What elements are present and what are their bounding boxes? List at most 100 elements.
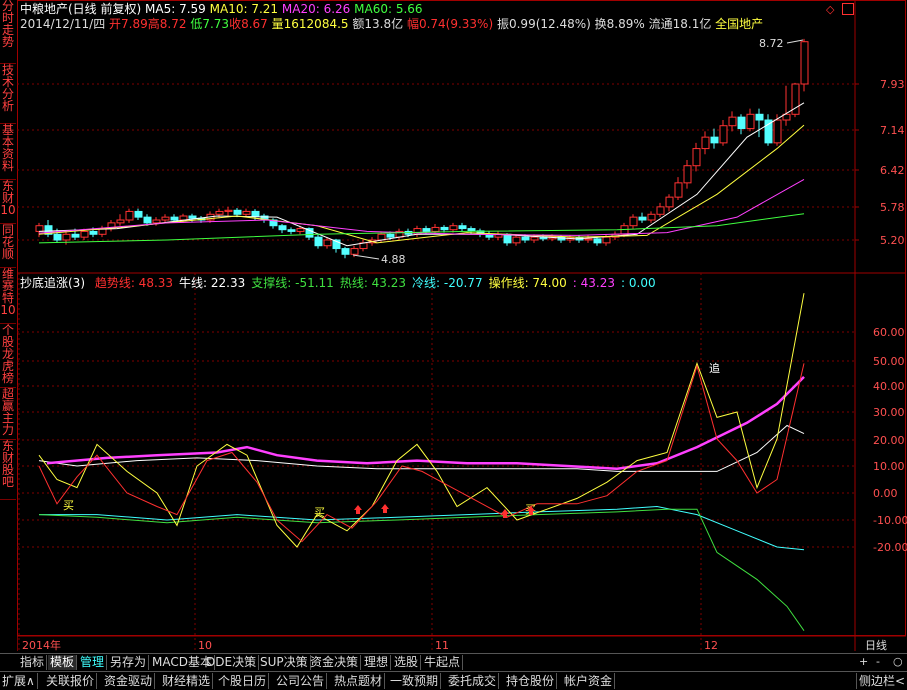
signal-char: 买 — [63, 499, 74, 512]
chart-border — [17, 0, 906, 636]
indicator-tab-7[interactable]: SUP决策 — [258, 655, 311, 670]
indicator-value-3: 支撑线: -51.11 — [251, 276, 334, 290]
indicator-tab-9[interactable]: 理想 — [362, 655, 392, 670]
indicator-tick-label: 60.00 — [873, 326, 905, 339]
trend-line — [38, 363, 805, 543]
left-tab-9[interactable]: 东财股吧 — [0, 440, 16, 500]
left-tab-1[interactable]: 分时走势 — [0, 0, 16, 64]
chart-area[interactable]: 7.93 7.14 6.42 5.78 5.20 60.00 50.00 40.00 30.00… — [17, 0, 907, 653]
high-label: 高8.72 — [147, 17, 187, 31]
ma10-line — [38, 124, 805, 244]
amplitude-label: 振0.99(12.48%) — [496, 17, 591, 31]
indicator-tab-3[interactable]: 管理 — [78, 655, 108, 670]
time-axis-label: 11 — [435, 639, 449, 652]
period-label: 日线 — [865, 638, 887, 652]
indicator-tab-10[interactable]: 选股 — [392, 655, 422, 670]
indicator-value-6: 操作线: 74.00 — [488, 276, 567, 290]
sidebar-toggle-button[interactable]: 侧边栏< — [855, 673, 907, 689]
indicator-value-8: : 0.00 — [621, 276, 656, 290]
function-tab-11[interactable]: 帐户资金 — [562, 673, 616, 689]
indicator-title: 抄底追涨(3) — [20, 276, 85, 290]
candle-body — [89, 230, 98, 235]
function-tab-8[interactable]: 一致预期 — [388, 673, 442, 689]
candle-body — [773, 119, 782, 144]
candle-body — [296, 228, 305, 232]
indicator-tab-11[interactable]: 牛起点 — [422, 655, 464, 670]
diamond-icon[interactable]: ◇ — [826, 3, 834, 16]
indicator-tab-8[interactable]: 资金决策 — [308, 655, 362, 670]
toggle-button[interactable]: ○ — [893, 655, 903, 668]
low-label: 低7.73 — [190, 17, 230, 31]
square-icon[interactable] — [842, 3, 854, 15]
left-tab-6[interactable]: 维赛特10 — [0, 268, 16, 324]
candle-body — [224, 209, 233, 212]
candle-body — [233, 209, 242, 215]
candle-body — [62, 233, 71, 241]
left-tab-7[interactable]: 个股龙虎榜 — [0, 324, 16, 388]
candle-body — [350, 248, 359, 255]
time-axis-label: 10 — [198, 639, 212, 652]
candle-body — [71, 233, 80, 238]
candle-body — [467, 228, 476, 232]
indicator-tick-label: 30.00 — [873, 406, 905, 419]
function-tab-9[interactable]: 委托成交 — [446, 673, 500, 689]
candle-body — [728, 116, 737, 127]
indicator-tab-2[interactable]: 模板 — [48, 655, 78, 670]
function-tab-3[interactable]: 资金驱动 — [102, 673, 156, 689]
candle-body — [710, 136, 719, 144]
indicator-header: 抄底追涨(3) 趋势线: 48.33 牛线: 22.33 支撑线: -51.11 热线… — [20, 276, 656, 290]
indicator-tick-label: 0.00 — [873, 487, 898, 500]
indicator-tab-1[interactable]: 指标 — [18, 655, 48, 670]
time-axis-label: 2014年 — [22, 638, 61, 652]
indicator-tab-bar: 指标 模板 管理 另存为 MACD基本 DDE决策 SUP决策 资金决策 理想 选股 牛起点 + - ○ — [0, 653, 907, 671]
support-line — [38, 508, 805, 631]
zoom-out-button[interactable]: - — [876, 655, 880, 668]
indicator-tab-6[interactable]: DDE决策 — [204, 655, 260, 670]
indicator-tick-label: -20.00 — [873, 541, 907, 554]
function-tab-6[interactable]: 公司公告 — [274, 673, 328, 689]
left-tab-5[interactable]: 同花顺 — [0, 224, 16, 268]
zoom-in-button[interactable]: + — [859, 655, 868, 668]
candle-body — [143, 216, 152, 224]
indicator-tab-4[interactable]: 另存为 — [108, 655, 150, 670]
candle-body — [764, 119, 773, 144]
left-tab-4[interactable]: 东财10 — [0, 180, 16, 224]
candle-body — [377, 233, 386, 241]
date-label: 2014/12/11/四 — [20, 17, 106, 31]
indicator-value-5: 冷线: -20.77 — [412, 276, 483, 290]
function-tab-2[interactable]: 关联报价 — [44, 673, 98, 689]
candle-body — [746, 113, 755, 130]
candle-body — [701, 136, 710, 150]
candle-body — [278, 225, 287, 231]
price-tick-label: 7.93 — [880, 78, 905, 91]
stock-title: 中粮地产(日线 前复权) — [20, 2, 142, 16]
function-tab-4[interactable]: 财经精选 — [160, 673, 214, 689]
max-price-label: 8.72 — [759, 37, 784, 50]
left-tab-2[interactable]: 技术分析 — [0, 64, 16, 124]
left-tab-8[interactable]: 超赢主力 — [0, 388, 16, 440]
price-tick-label: 5.20 — [880, 234, 905, 247]
candle-body — [431, 226, 440, 232]
candle-body — [80, 230, 89, 238]
candle-body — [530, 236, 539, 241]
candle-body — [152, 219, 161, 224]
min-price-label: 4.88 — [381, 253, 406, 266]
price-tick-label: 5.78 — [880, 201, 905, 214]
candle-body — [170, 216, 179, 221]
ma20-label: MA20: 6.26 — [281, 2, 351, 16]
candle-body — [386, 233, 395, 238]
function-tab-5[interactable]: 个股日历 — [216, 673, 270, 689]
function-tab-7[interactable]: 热点题材 — [332, 673, 386, 689]
candle-body — [647, 213, 656, 221]
left-tab-3[interactable]: 基本资料 — [0, 124, 16, 180]
function-tab-1[interactable]: 扩展∧ — [0, 673, 38, 689]
candle-body — [458, 225, 467, 230]
candle-body — [593, 238, 602, 244]
indicator-tick-label: 10.00 — [873, 460, 905, 473]
function-tab-10[interactable]: 持仓股份 — [504, 673, 558, 689]
left-tab-strip: 分时走势 技术分析 基本资料 东财10 同花顺 维赛特10 个股龙虎榜 超赢主力 东财股吧 — [0, 0, 18, 651]
buy-arrow-icon — [381, 504, 389, 513]
candle-body — [116, 219, 125, 224]
candle-body — [674, 182, 683, 198]
sector-label: 全国地产 — [715, 17, 764, 31]
